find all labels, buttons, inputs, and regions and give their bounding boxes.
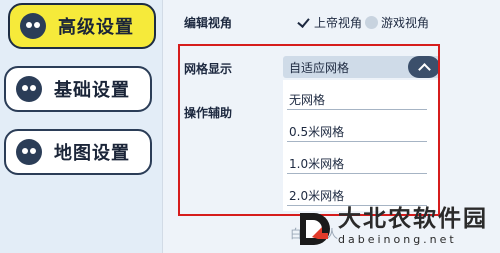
grid-display-label: 网格显示 <box>184 62 233 76</box>
radio-label: 游戏视角 <box>381 16 430 30</box>
radio-game-view[interactable]: 游戏视角 <box>365 14 429 31</box>
sidebar-item-label: 基础设置 <box>54 80 130 101</box>
sidebar-item-advanced-settings[interactable]: 高级设置 <box>8 3 156 49</box>
view-mode-label: 编辑视角 <box>184 16 233 30</box>
grid-select[interactable]: 自适应网格 <box>283 56 440 78</box>
chevron-up-icon[interactable] <box>408 56 440 78</box>
check-icon <box>298 16 311 29</box>
option-label: 无网格 <box>289 92 326 107</box>
dropdown-option-1-0m-grid[interactable]: 1.0米网格 <box>283 149 433 177</box>
sidebar-item-label: 地图设置 <box>54 143 130 164</box>
dropdown-option-0-5m-grid[interactable]: 0.5米网格 <box>283 117 433 145</box>
sidebar-item-basic-settings[interactable]: 基础设置 <box>4 66 152 112</box>
divider <box>287 109 427 110</box>
watermark: 大北农软件园 dabeinong.net <box>298 205 500 253</box>
watermark-logo-icon <box>300 213 330 245</box>
divider <box>287 173 427 174</box>
grid-select-value: 自适应网格 <box>289 60 350 75</box>
sidebar: 高级设置 基础设置 地图设置 <box>0 0 162 253</box>
robot-icon <box>16 76 42 102</box>
radio-label: 上帝视角 <box>314 16 363 30</box>
robot-icon <box>20 13 46 39</box>
grid-dropdown-menu: 无网格 0.5米网格 1.0米网格 2.0米网格 <box>283 80 440 211</box>
divider <box>287 141 427 142</box>
option-label: 2.0米网格 <box>289 188 345 203</box>
radio-unchecked-icon <box>365 16 378 29</box>
watermark-url: dabeinong.net <box>338 233 457 246</box>
option-label: 0.5米网格 <box>289 124 345 139</box>
watermark-title: 大北农软件园 <box>338 206 488 232</box>
radio-god-view[interactable]: 上帝视角 <box>298 14 362 31</box>
assist-label: 操作辅助 <box>184 106 233 120</box>
sidebar-item-map-settings[interactable]: 地图设置 <box>4 129 152 175</box>
option-label: 1.0米网格 <box>289 156 345 171</box>
dropdown-option-no-grid[interactable]: 无网格 <box>283 85 433 113</box>
robot-icon <box>16 139 42 165</box>
sidebar-item-label: 高级设置 <box>58 17 134 38</box>
